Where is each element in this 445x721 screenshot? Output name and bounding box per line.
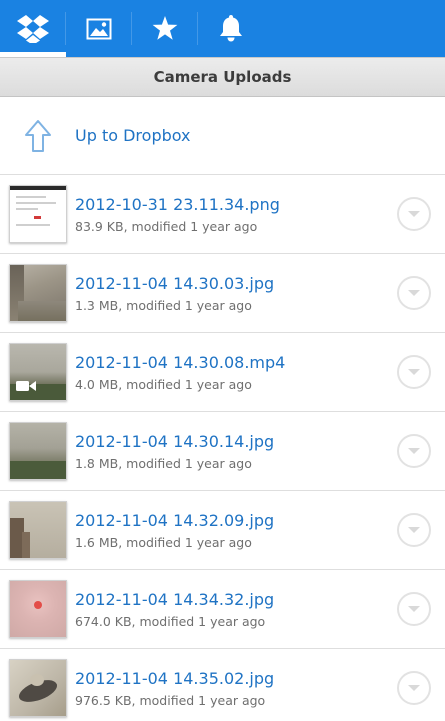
chevron-down-icon[interactable] [397,434,431,468]
file-name: 2012-11-04 14.30.08.mp4 [75,352,286,372]
tab-photos[interactable] [66,0,132,57]
file-thumbnail [8,501,67,559]
file-thumbnail [8,185,67,243]
dropbox-icon [17,14,49,43]
file-row[interactable]: 2012-10-31 23.11.34.png 83.9 KB, modifie… [0,175,445,254]
file-meta: 1.8 MB, modified 1 year ago [75,455,252,471]
chevron-down-icon[interactable] [397,592,431,626]
top-tab-bar [0,0,445,57]
dropbox-app: Camera Uploads Up to Dropbox 2012-10-31 … [0,0,445,721]
up-arrow-icon [0,119,75,153]
file-row[interactable]: 2012-11-04 14.30.14.jpg 1.8 MB, modified… [0,412,445,491]
file-meta: 976.5 KB, modified 1 year ago [75,692,266,708]
file-row[interactable]: 2012-11-04 14.32.09.jpg 1.6 MB, modified… [0,491,445,570]
file-name: 2012-11-04 14.34.32.jpg [75,589,275,609]
file-meta: 4.0 MB, modified 1 year ago [75,376,252,392]
file-thumbnail [8,659,67,717]
chevron-down-icon[interactable] [397,671,431,705]
bell-icon [220,15,242,42]
file-row[interactable]: 2012-11-04 14.34.32.jpg 674.0 KB, modifi… [0,570,445,649]
file-row[interactable]: 2012-11-04 14.30.08.mp4 4.0 MB, modified… [0,333,445,412]
up-to-dropbox-label: Up to Dropbox [75,126,191,145]
file-name: 2012-11-04 14.32.09.jpg [75,510,275,530]
photos-icon [86,18,112,39]
star-icon [152,16,178,40]
file-thumbnail [8,580,67,638]
file-meta: 83.9 KB, modified 1 year ago [75,218,258,234]
folder-title: Camera Uploads [0,57,445,97]
up-to-dropbox-row[interactable]: Up to Dropbox [0,97,445,175]
file-thumbnail [8,264,67,322]
chevron-down-icon[interactable] [397,513,431,547]
file-thumbnail [8,422,67,480]
file-row[interactable]: 2012-11-04 14.35.02.jpg 976.5 KB, modifi… [0,649,445,721]
chevron-down-icon[interactable] [397,197,431,231]
file-row[interactable]: 2012-11-04 14.30.03.jpg 1.3 MB, modified… [0,254,445,333]
file-list: 2012-10-31 23.11.34.png 83.9 KB, modifie… [0,175,445,721]
chevron-down-icon[interactable] [397,355,431,389]
file-meta: 674.0 KB, modified 1 year ago [75,613,266,629]
tab-notifications[interactable] [198,0,264,57]
file-name: 2012-11-04 14.30.03.jpg [75,273,275,293]
file-thumbnail [8,343,67,401]
file-name: 2012-11-04 14.35.02.jpg [75,668,275,688]
chevron-down-icon[interactable] [397,276,431,310]
file-meta: 1.6 MB, modified 1 year ago [75,534,252,550]
tab-favorites[interactable] [132,0,198,57]
tab-files[interactable] [0,0,66,57]
file-name: 2012-11-04 14.30.14.jpg [75,431,275,451]
video-camera-icon [15,381,36,391]
file-meta: 1.3 MB, modified 1 year ago [75,297,252,313]
file-name: 2012-10-31 23.11.34.png [75,194,280,214]
